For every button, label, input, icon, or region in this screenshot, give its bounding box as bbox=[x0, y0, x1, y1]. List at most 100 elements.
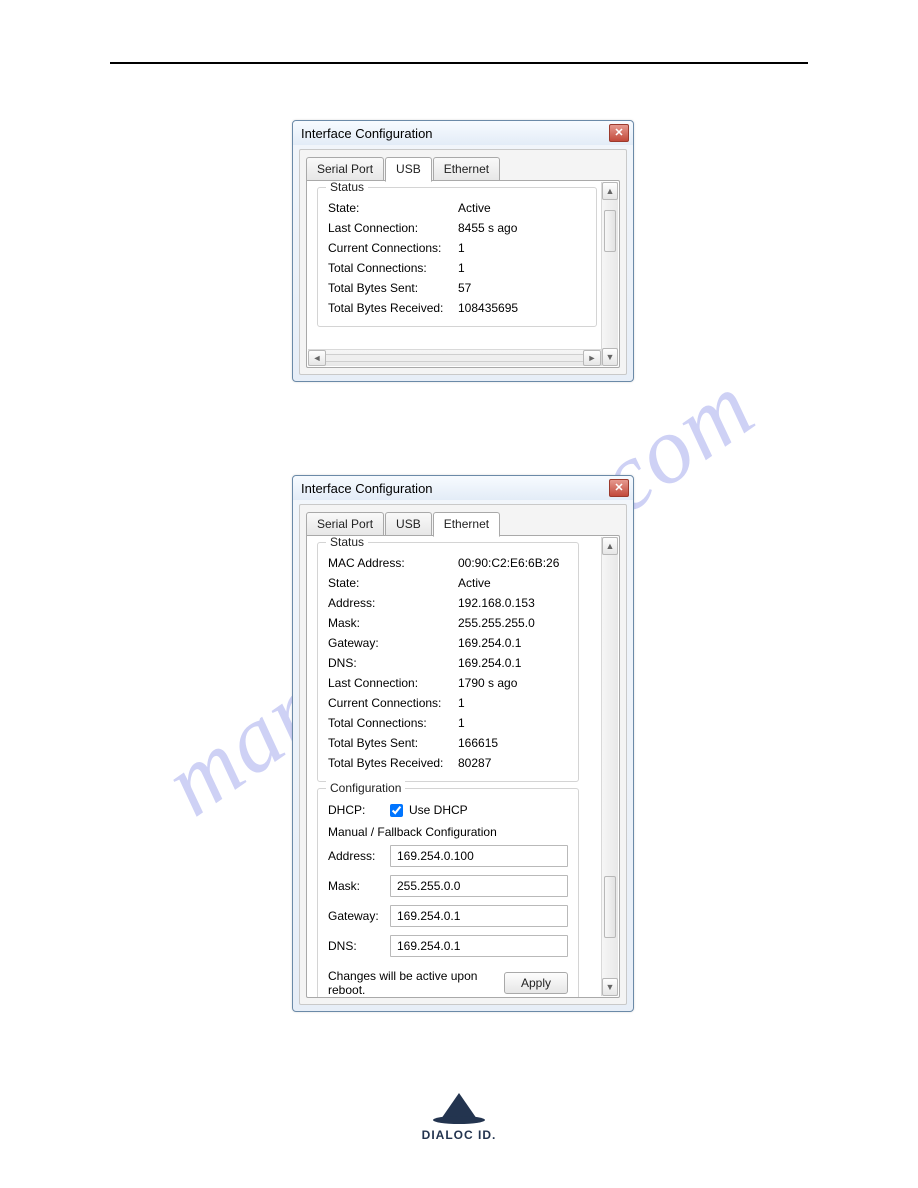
value-sent: 57 bbox=[458, 281, 586, 295]
label-sent: Total Bytes Sent: bbox=[328, 281, 458, 295]
status-mac-row: MAC Address: 00:90:C2:E6:6B:26 bbox=[328, 553, 568, 573]
value-totconn: 1 bbox=[458, 261, 586, 275]
group-legend: Status bbox=[326, 536, 368, 549]
apply-button[interactable]: Apply bbox=[504, 972, 568, 994]
label-mac: MAC Address: bbox=[328, 556, 458, 570]
label-curconn: Current Connections: bbox=[328, 241, 458, 255]
status-address-row: Address: 192.168.0.153 bbox=[328, 593, 568, 613]
value-gateway: 169.254.0.1 bbox=[458, 636, 568, 650]
tab-usb[interactable]: USB bbox=[385, 512, 432, 536]
label-gateway: Gateway: bbox=[328, 909, 390, 923]
apply-note: Changes will be active upon reboot. bbox=[328, 969, 504, 997]
mask-row: Mask: bbox=[328, 871, 568, 901]
dns-input[interactable] bbox=[390, 935, 568, 957]
status-curconn-row: Current Connections: 1 bbox=[328, 693, 568, 713]
dns-row: DNS: bbox=[328, 931, 568, 961]
label-totconn: Total Connections: bbox=[328, 716, 458, 730]
tab-usb[interactable]: USB bbox=[385, 157, 432, 182]
gateway-row: Gateway: bbox=[328, 901, 568, 931]
scroll-thumb[interactable] bbox=[604, 210, 616, 252]
label-totconn: Total Connections: bbox=[328, 261, 458, 275]
value-curconn: 1 bbox=[458, 696, 568, 710]
group-legend: Status bbox=[326, 180, 368, 194]
tab-bar: Serial Port USB Ethernet bbox=[300, 505, 626, 536]
window-title: Interface Configuration bbox=[301, 481, 433, 496]
value-state: Active bbox=[458, 576, 568, 590]
status-group: Status State: Active Last Connection: 84… bbox=[317, 187, 597, 327]
scroll-left-icon[interactable]: ◄ bbox=[308, 350, 326, 366]
label-sent: Total Bytes Sent: bbox=[328, 736, 458, 750]
scroll-thumb[interactable] bbox=[604, 876, 616, 938]
group-legend: Configuration bbox=[326, 781, 405, 795]
value-recv: 80287 bbox=[458, 756, 568, 770]
configuration-group: Configuration DHCP: Use DHCP Manual / Fa… bbox=[317, 788, 579, 997]
status-state-row: State: Active bbox=[328, 573, 568, 593]
dhcp-checkbox[interactable] bbox=[390, 804, 403, 817]
close-icon: ✕ bbox=[614, 483, 623, 494]
tab-bar: Serial Port USB Ethernet bbox=[300, 150, 626, 181]
vertical-scrollbar[interactable]: ▲ ▼ bbox=[601, 182, 618, 366]
label-gateway: Gateway: bbox=[328, 636, 458, 650]
status-gateway-row: Gateway: 169.254.0.1 bbox=[328, 633, 568, 653]
value-lastconn: 8455 s ago bbox=[458, 221, 586, 235]
address-row: Address: bbox=[328, 841, 568, 871]
client-area: Serial Port USB Ethernet Status MAC Addr… bbox=[299, 504, 627, 1005]
label-recv: Total Bytes Received: bbox=[328, 301, 458, 315]
scroll-down-icon[interactable]: ▼ bbox=[602, 978, 618, 996]
interface-config-dialog-ethernet: Interface Configuration ✕ Serial Port US… bbox=[292, 475, 634, 1012]
label-address: Address: bbox=[328, 596, 458, 610]
tab-serial-port[interactable]: Serial Port bbox=[306, 512, 384, 536]
interface-config-dialog-usb: Interface Configuration ✕ Serial Port US… bbox=[292, 120, 634, 382]
gateway-input[interactable] bbox=[390, 905, 568, 927]
address-input[interactable] bbox=[390, 845, 568, 867]
value-sent: 166615 bbox=[458, 736, 568, 750]
titlebar: Interface Configuration ✕ bbox=[293, 476, 633, 500]
label-dns: DNS: bbox=[328, 939, 390, 953]
value-state: Active bbox=[458, 201, 586, 215]
label-curconn: Current Connections: bbox=[328, 696, 458, 710]
status-totconn-row: Total Connections: 1 bbox=[328, 713, 568, 733]
value-address: 192.168.0.153 bbox=[458, 596, 568, 610]
horizontal-scrollbar[interactable]: ◄ ► bbox=[308, 349, 601, 366]
fallback-header: Manual / Fallback Configuration bbox=[328, 821, 568, 841]
label-state: State: bbox=[328, 201, 458, 215]
label-state: State: bbox=[328, 576, 458, 590]
scroll-down-icon[interactable]: ▼ bbox=[602, 348, 618, 366]
brand-logo: DIALOC ID. bbox=[0, 1093, 918, 1142]
label-dhcp: DHCP: bbox=[328, 803, 390, 817]
close-button[interactable]: ✕ bbox=[609, 124, 629, 142]
status-mask-row: Mask: 255.255.255.0 bbox=[328, 613, 568, 633]
mask-input[interactable] bbox=[390, 875, 568, 897]
status-recv-row: Total Bytes Received: 80287 bbox=[328, 753, 568, 773]
client-area: Serial Port USB Ethernet Status State: A… bbox=[299, 149, 627, 375]
tab-ethernet[interactable]: Ethernet bbox=[433, 512, 500, 537]
window-title: Interface Configuration bbox=[301, 126, 433, 141]
label-lastconn: Last Connection: bbox=[328, 676, 458, 690]
scroll-up-icon[interactable]: ▲ bbox=[602, 182, 618, 200]
scroll-up-icon[interactable]: ▲ bbox=[602, 537, 618, 555]
hscroll-track[interactable] bbox=[326, 350, 583, 366]
label-mask: Mask: bbox=[328, 879, 390, 893]
value-curconn: 1 bbox=[458, 241, 586, 255]
tab-ethernet[interactable]: Ethernet bbox=[433, 157, 500, 181]
label-address: Address: bbox=[328, 849, 390, 863]
label-mask: Mask: bbox=[328, 616, 458, 630]
status-recv-row: Total Bytes Received: 108435695 bbox=[328, 298, 586, 318]
status-curconn-row: Current Connections: 1 bbox=[328, 238, 586, 258]
logo-oval-icon bbox=[433, 1116, 485, 1124]
page-divider bbox=[110, 62, 808, 64]
status-lastconn-row: Last Connection: 8455 s ago bbox=[328, 218, 586, 238]
label-lastconn: Last Connection: bbox=[328, 221, 458, 235]
status-lastconn-row: Last Connection: 1790 s ago bbox=[328, 673, 568, 693]
close-icon: ✕ bbox=[614, 128, 623, 139]
close-button[interactable]: ✕ bbox=[609, 479, 629, 497]
label-dns: DNS: bbox=[328, 656, 458, 670]
dhcp-row: DHCP: Use DHCP bbox=[328, 799, 568, 821]
vertical-scrollbar[interactable]: ▲ ▼ bbox=[601, 537, 618, 996]
status-sent-row: Total Bytes Sent: 166615 bbox=[328, 733, 568, 753]
scroll-right-icon[interactable]: ► bbox=[583, 350, 601, 366]
value-mac: 00:90:C2:E6:6B:26 bbox=[458, 556, 568, 570]
tab-serial-port[interactable]: Serial Port bbox=[306, 157, 384, 181]
value-mask: 255.255.255.0 bbox=[458, 616, 568, 630]
dhcp-checkbox-label: Use DHCP bbox=[409, 803, 468, 817]
